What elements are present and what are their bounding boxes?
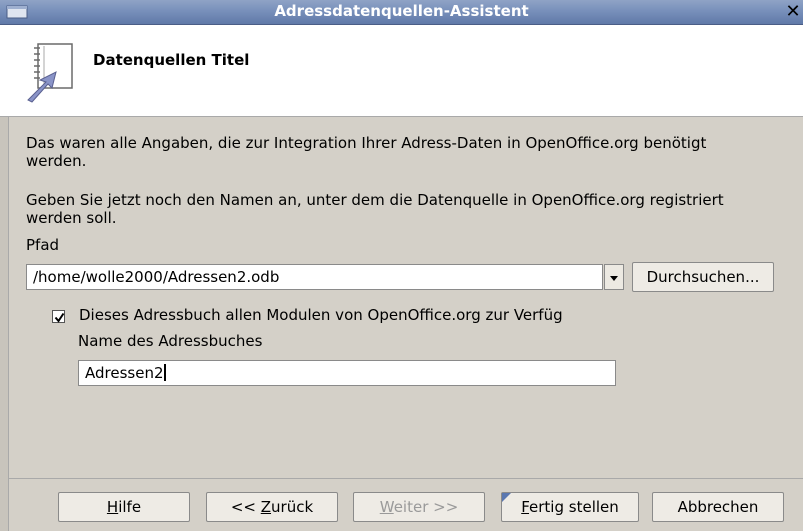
help-button[interactable]: Hilfe bbox=[58, 492, 190, 522]
wizard-header: Datenquellen Titel bbox=[0, 25, 803, 117]
path-combobox-input[interactable]: /home/wolle2000/Adressen2.odb bbox=[26, 264, 603, 290]
back-label-post: urück bbox=[271, 498, 314, 516]
browse-button[interactable]: Durchsuchen... bbox=[632, 262, 774, 292]
finish-accel: F bbox=[521, 498, 530, 516]
path-label: Pfad bbox=[26, 236, 60, 254]
text-caret bbox=[163, 364, 166, 381]
button-separator bbox=[8, 478, 803, 479]
name-label: Name des Adressbuches bbox=[78, 332, 263, 350]
left-edge bbox=[0, 117, 9, 531]
default-button-corner bbox=[502, 493, 511, 502]
next-label-post: eiter >> bbox=[393, 498, 459, 516]
next-accel: W bbox=[379, 498, 394, 516]
share-checkbox-label[interactable]: Dieses Adressbuch allen Modulen von Open… bbox=[79, 306, 563, 324]
chevron-down-icon bbox=[610, 276, 618, 281]
cancel-button[interactable]: Abbrechen bbox=[652, 492, 784, 522]
intro-paragraph: Das waren alle Angaben, die zur Integrat… bbox=[26, 134, 707, 170]
finish-label-post: ertig stellen bbox=[529, 498, 619, 516]
help-label-post: ilfe bbox=[118, 498, 142, 516]
title-bar[interactable]: Adressdatenquellen-Assistent ✕ bbox=[0, 0, 803, 25]
window-title: Adressdatenquellen-Assistent bbox=[274, 2, 529, 20]
name-value: Adressen2 bbox=[85, 364, 164, 382]
help-accel: H bbox=[106, 498, 119, 516]
finish-button[interactable]: Fertig stellen bbox=[501, 492, 639, 522]
back-button[interactable]: << Zurück bbox=[206, 492, 338, 522]
next-button[interactable]: Weiter >> bbox=[353, 492, 485, 522]
page-title: Datenquellen Titel bbox=[93, 51, 250, 69]
close-icon[interactable]: ✕ bbox=[783, 1, 803, 23]
back-accel: Z bbox=[260, 498, 272, 516]
addressbook-name-input[interactable]: Adressen2 bbox=[78, 360, 616, 386]
address-book-arrow-icon bbox=[26, 42, 76, 108]
back-label-pre: << bbox=[230, 498, 261, 516]
register-paragraph: Geben Sie jetzt noch den Namen an, unter… bbox=[26, 191, 724, 227]
path-dropdown-button[interactable] bbox=[604, 264, 624, 290]
checkmark-icon bbox=[54, 312, 65, 323]
share-checkbox[interactable] bbox=[52, 310, 65, 323]
